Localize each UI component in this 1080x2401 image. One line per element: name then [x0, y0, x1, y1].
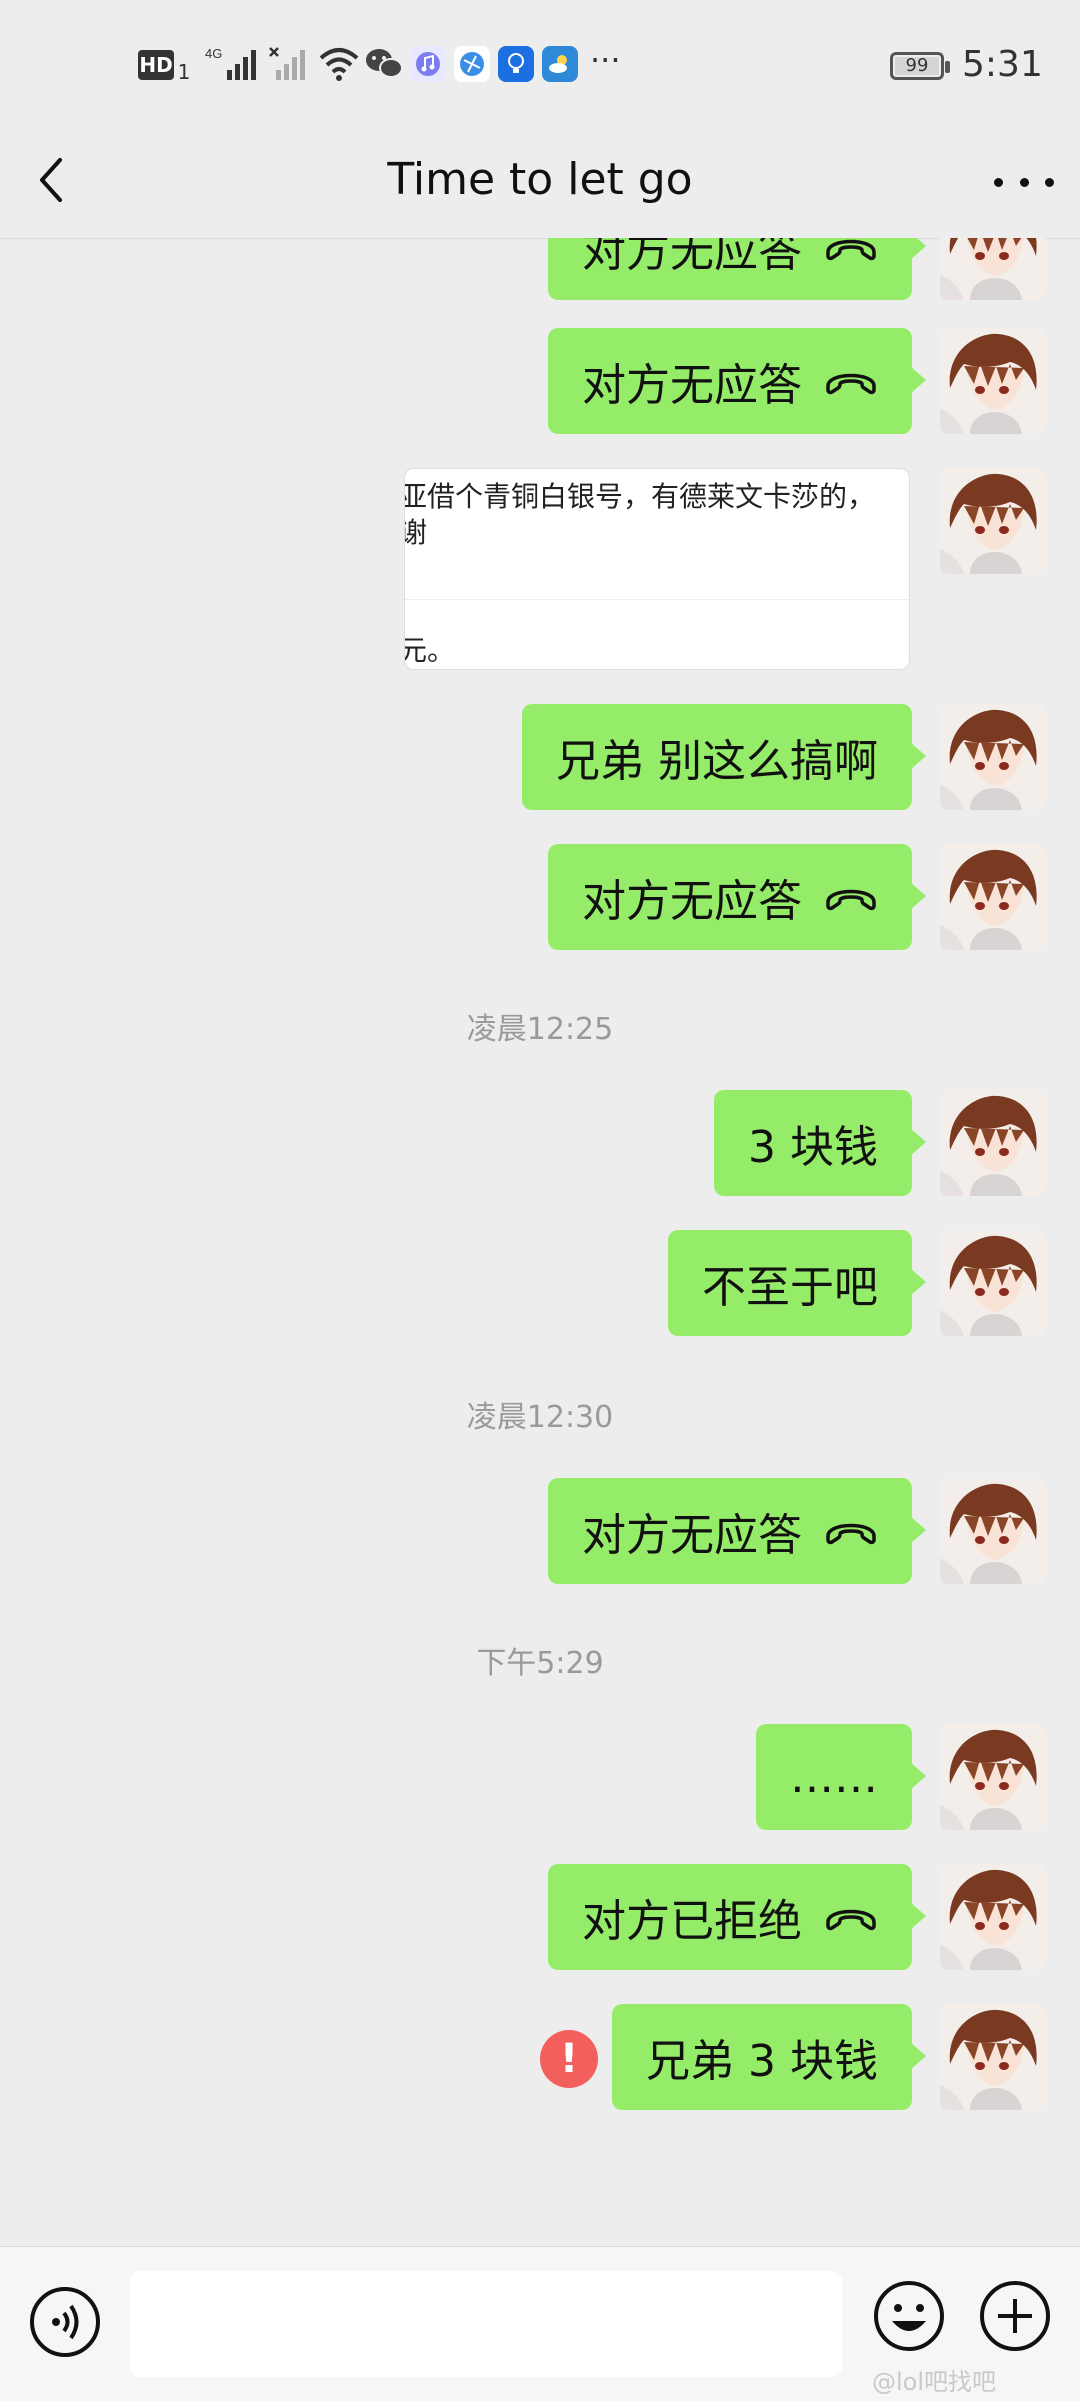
phone-hangup-icon: [824, 366, 878, 396]
phone-hangup-icon: [824, 1516, 878, 1546]
wechat-icon: [364, 44, 404, 84]
message-bubble-call[interactable]: 对方已拒绝: [548, 1864, 926, 1970]
hd-voice-icon: HD: [138, 50, 174, 80]
cellular-signal-2-icon: [268, 44, 310, 84]
smiley-icon: [874, 2281, 944, 2351]
message-input[interactable]: [130, 2271, 842, 2377]
chat-header: Time to let go: [0, 130, 1080, 239]
message-list[interactable]: 对方无应答 对方无应答 亚借个青铜白银号，有德莱文卡莎的， 谢 元。 兄弟 别这…: [0, 238, 1080, 2168]
message-text: 3 块钱: [748, 1122, 878, 1173]
lightbulb-app-icon: [498, 46, 534, 82]
message-text: 对方无应答: [582, 876, 802, 927]
dot-icon: [1045, 177, 1054, 187]
more-notifications-indicator: ···: [590, 41, 621, 79]
phone-hangup-icon: [824, 1902, 878, 1932]
self-avatar[interactable]: [940, 1864, 1046, 1970]
card-text-line: 元。: [404, 634, 456, 667]
sim-number: 1: [177, 60, 191, 84]
message-timestamp: 凌晨12:25: [466, 1012, 614, 1047]
more-functions-button[interactable]: [978, 2279, 1052, 2353]
message-bubble[interactable]: 不至于吧: [668, 1230, 926, 1336]
self-avatar[interactable]: [940, 1724, 1046, 1830]
phone-hangup-icon: [824, 882, 878, 912]
message-bubble[interactable]: 3 块钱: [714, 1090, 926, 1196]
message-bubble-call[interactable]: 对方无应答: [548, 844, 926, 950]
card-text-line: 谢: [405, 511, 427, 551]
message-text: 不至于吧: [702, 1262, 878, 1313]
status-time: 5:31: [962, 44, 1043, 85]
system-notice: 消息已发出，但被对方拒收了。: [0, 2158, 1080, 2168]
network-type-label: 4G: [205, 46, 222, 61]
self-avatar[interactable]: [940, 2004, 1046, 2110]
status-bar: HD 1 4G ··· 99 5:31: [0, 0, 1080, 130]
voice-input-button[interactable]: [30, 2287, 100, 2357]
message-text: 兄弟 别这么搞啊: [556, 736, 878, 787]
voice-wave-icon: [52, 2304, 79, 2340]
self-avatar[interactable]: [940, 844, 1046, 950]
message-text: 对方无应答: [582, 360, 802, 411]
card-text-line: 亚借个青铜白银号，有德莱文卡莎的，: [404, 480, 876, 513]
dot-icon: [1019, 177, 1029, 187]
weather-app-icon: [542, 46, 578, 82]
message-bubble-call[interactable]: 对方无应答: [548, 238, 926, 300]
watermark-text: @lol吧找吧: [872, 2368, 997, 2396]
battery-level: 99: [895, 57, 939, 75]
message-timestamp: 凌晨12:30: [466, 1400, 614, 1435]
more-options-button[interactable]: [994, 158, 1054, 206]
message-text: 对方已拒绝: [582, 1896, 802, 1947]
music-app-icon: [410, 46, 446, 82]
self-avatar[interactable]: [940, 1090, 1046, 1196]
emoji-button[interactable]: [872, 2279, 946, 2353]
message-bubble-call[interactable]: 对方无应答: [548, 1478, 926, 1584]
cellular-signal-icon: 4G: [205, 44, 261, 84]
message-timestamp: 下午5:29: [476, 1646, 604, 1681]
chat-title: Time to let go: [387, 154, 693, 205]
message-text: 对方无应答: [582, 1510, 802, 1561]
message-bubble[interactable]: 兄弟 别这么搞啊: [522, 704, 926, 810]
self-avatar[interactable]: [940, 704, 1046, 810]
card-divider: [405, 599, 909, 600]
message-bubble-call[interactable]: 对方无应答: [548, 328, 926, 434]
plus-circle-icon: [980, 2281, 1050, 2351]
message-bubble[interactable]: ……: [756, 1724, 926, 1830]
self-avatar[interactable]: [940, 1230, 1046, 1336]
self-avatar[interactable]: [940, 468, 1046, 574]
message-text: ……: [790, 1751, 878, 1803]
message-bubble[interactable]: 兄弟 3 块钱: [612, 2004, 926, 2110]
battery-icon: 99: [890, 52, 950, 80]
message-text: 对方无应答: [582, 238, 802, 277]
phone-hangup-icon: [824, 238, 878, 262]
self-avatar[interactable]: [940, 328, 1046, 434]
dot-icon: [994, 177, 1003, 187]
message-text: 兄弟 3 块钱: [646, 2036, 878, 2087]
self-avatar[interactable]: [940, 238, 1046, 300]
send-failed-icon[interactable]: !: [540, 2030, 598, 2088]
browser-app-icon: [454, 46, 490, 82]
self-avatar[interactable]: [940, 1478, 1046, 1584]
wifi-icon: [318, 44, 360, 84]
shared-card-message[interactable]: 亚借个青铜白银号，有德莱文卡莎的， 谢 元。: [404, 468, 910, 670]
